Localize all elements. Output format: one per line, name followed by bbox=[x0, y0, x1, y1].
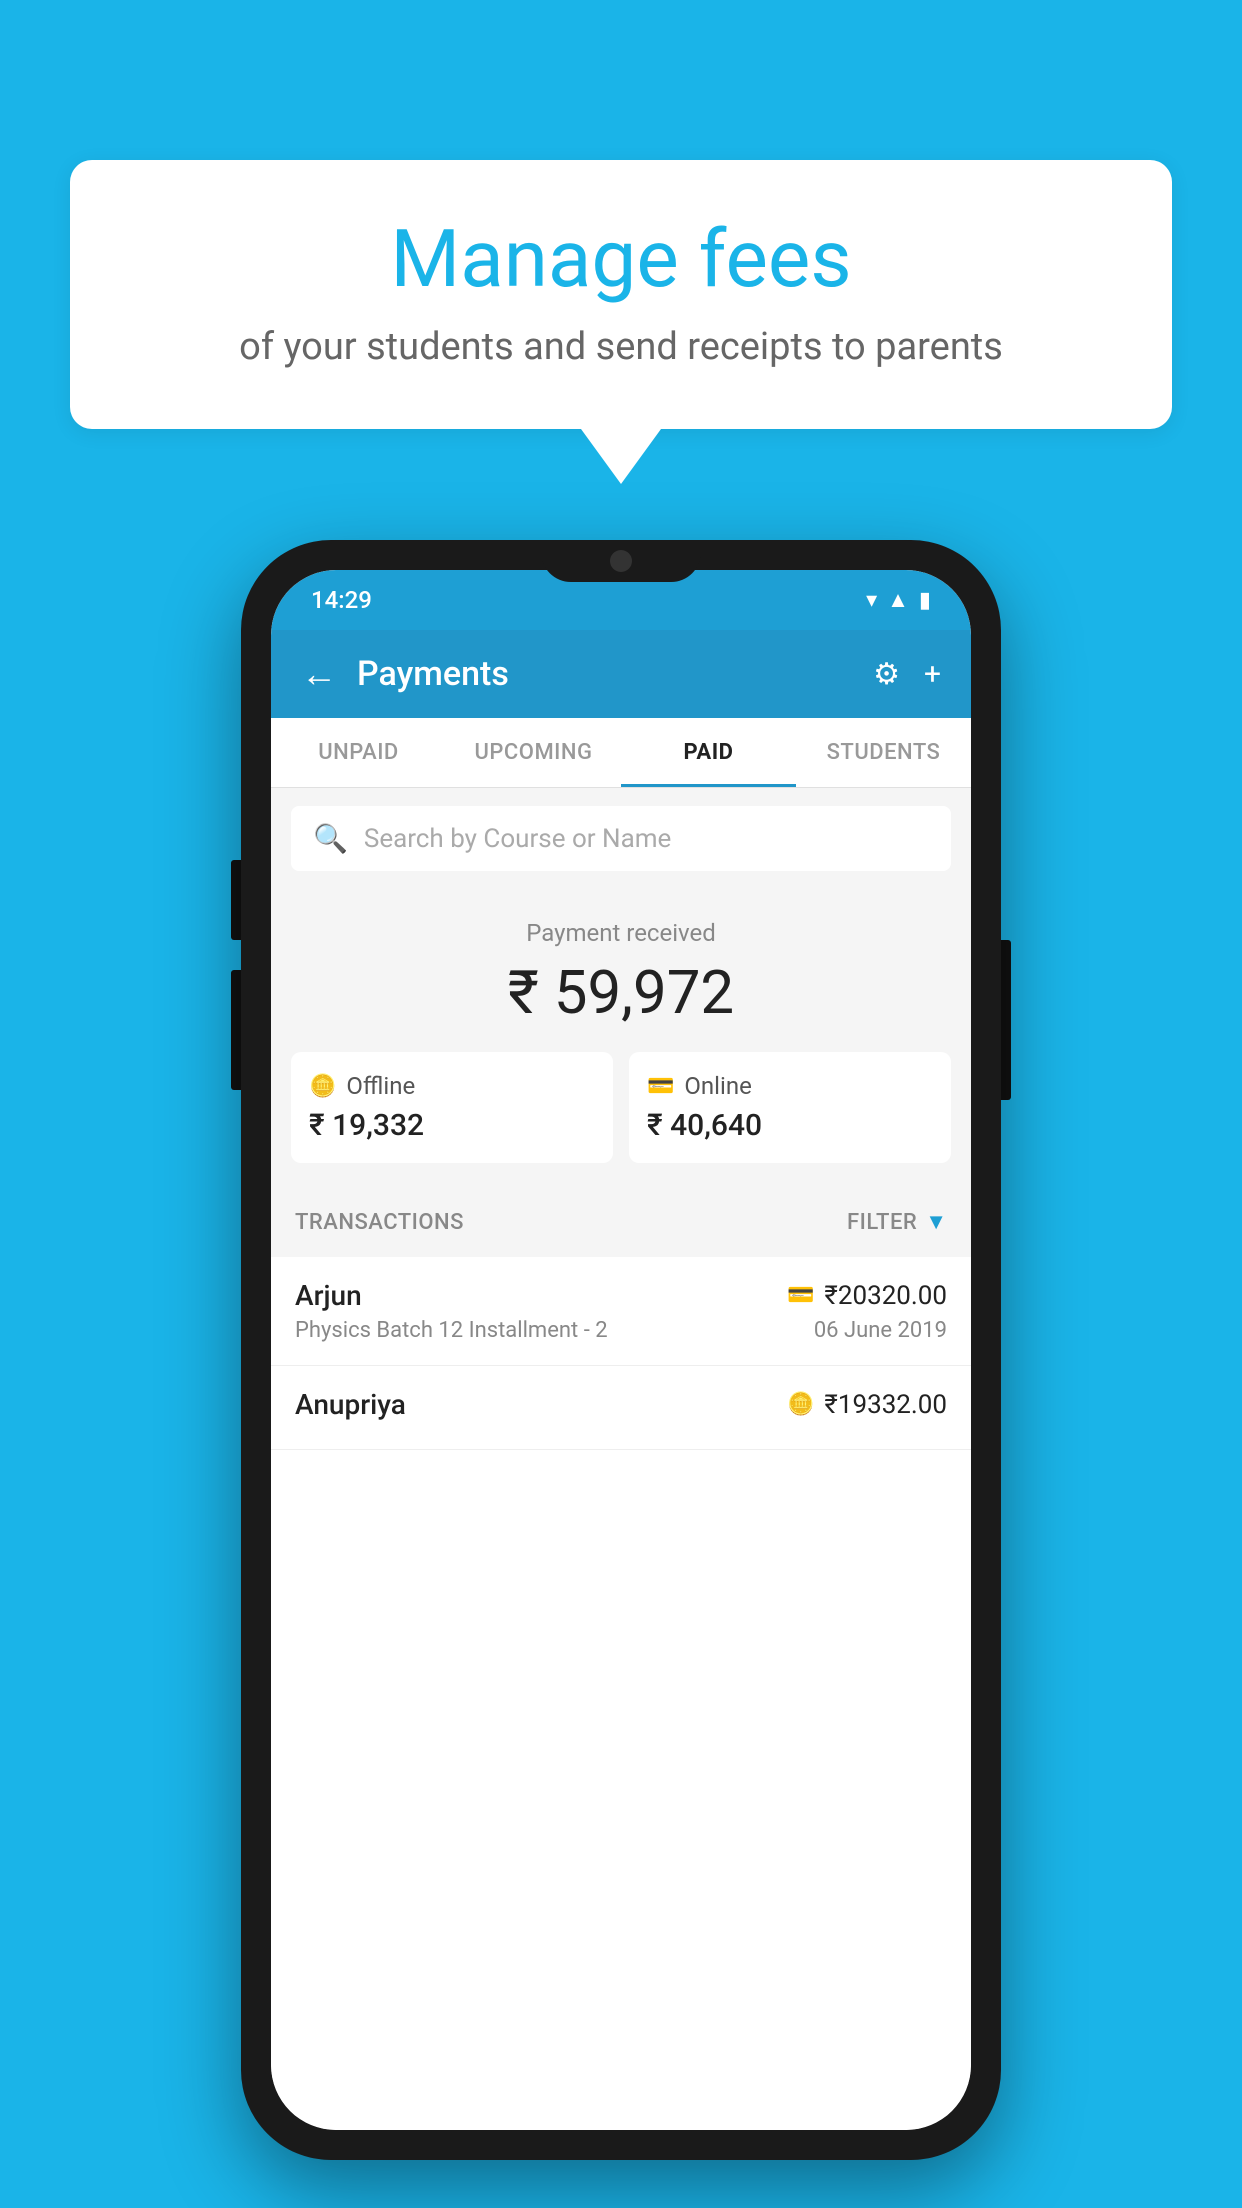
battery-icon: ▮ bbox=[919, 588, 931, 613]
online-label: Online bbox=[684, 1072, 751, 1100]
app-bar-title: Payments bbox=[357, 654, 873, 694]
offline-payment-card: 🪙 Offline ₹ 19,332 bbox=[291, 1052, 613, 1163]
card-payment-icon: 💳 bbox=[787, 1283, 814, 1308]
transaction-amount-row: 💳 ₹20320.00 bbox=[787, 1281, 947, 1311]
transactions-label: TRANSACTIONS bbox=[295, 1210, 464, 1235]
transaction-amount: ₹20320.00 bbox=[824, 1281, 947, 1311]
speech-bubble-arrow bbox=[581, 429, 661, 484]
transaction-amount-row: 🪙 ₹19332.00 bbox=[787, 1390, 947, 1420]
search-input[interactable]: Search by Course or Name bbox=[364, 824, 671, 854]
transaction-item[interactable]: Anupriya 🪙 ₹19332.00 bbox=[271, 1366, 971, 1450]
filter-button[interactable]: FILTER ▼ bbox=[847, 1209, 947, 1235]
speech-bubble-title: Manage fees bbox=[130, 215, 1112, 303]
payment-summary: Payment received ₹ 59,972 🪙 Offline ₹ 19… bbox=[271, 889, 971, 1187]
filter-label: FILTER bbox=[847, 1210, 917, 1235]
signal-icon: ▲ bbox=[887, 587, 909, 613]
tab-upcoming[interactable]: UPCOMING bbox=[446, 718, 621, 787]
status-icons: ▾ ▲ ▮ bbox=[866, 587, 931, 613]
transaction-course: Physics Batch 12 Installment - 2 bbox=[295, 1318, 608, 1343]
wifi-icon: ▾ bbox=[866, 588, 877, 613]
offline-amount: ₹ 19,332 bbox=[309, 1108, 595, 1143]
transaction-date: 06 June 2019 bbox=[814, 1318, 947, 1343]
payment-total-amount: ₹ 59,972 bbox=[291, 957, 951, 1028]
speech-bubble-container: Manage fees of your students and send re… bbox=[70, 160, 1172, 484]
speech-bubble-subtitle: of your students and send receipts to pa… bbox=[130, 321, 1112, 374]
phone-notch bbox=[541, 540, 701, 582]
offline-payment-icon: 🪙 bbox=[787, 1392, 814, 1417]
payment-cards: 🪙 Offline ₹ 19,332 💳 Online ₹ 4 bbox=[291, 1052, 951, 1163]
transaction-list: Arjun 💳 ₹20320.00 Physics Batch 12 Insta… bbox=[271, 1257, 971, 2130]
app-bar-actions: ⚙ + bbox=[873, 657, 941, 692]
payment-received-label: Payment received bbox=[291, 919, 951, 947]
transaction-amount: ₹19332.00 bbox=[824, 1390, 947, 1420]
transaction-name: Arjun bbox=[295, 1279, 362, 1312]
search-container: 🔍 Search by Course or Name bbox=[271, 788, 971, 889]
tab-unpaid[interactable]: UNPAID bbox=[271, 718, 446, 787]
phone-frame: 14:29 ▾ ▲ ▮ ← Payments ⚙ + bbox=[241, 540, 1001, 2160]
tabs-bar: UNPAID UPCOMING PAID STUDENTS bbox=[271, 718, 971, 788]
app-bar: ← Payments ⚙ + bbox=[271, 630, 971, 718]
transactions-header: TRANSACTIONS FILTER ▼ bbox=[271, 1187, 971, 1257]
volume-up-button[interactable] bbox=[231, 860, 241, 940]
add-icon[interactable]: + bbox=[924, 657, 941, 692]
tab-students[interactable]: STUDENTS bbox=[796, 718, 971, 787]
power-button[interactable] bbox=[1001, 940, 1011, 1100]
filter-icon: ▼ bbox=[925, 1209, 947, 1235]
transaction-name: Anupriya bbox=[295, 1388, 406, 1421]
phone-device: 14:29 ▾ ▲ ▮ ← Payments ⚙ + bbox=[241, 540, 1001, 2160]
offline-icon: 🪙 bbox=[309, 1074, 336, 1099]
transaction-item[interactable]: Arjun 💳 ₹20320.00 Physics Batch 12 Insta… bbox=[271, 1257, 971, 1366]
gear-icon[interactable]: ⚙ bbox=[873, 657, 900, 692]
online-icon: 💳 bbox=[647, 1074, 674, 1099]
search-box[interactable]: 🔍 Search by Course or Name bbox=[291, 806, 951, 871]
back-button[interactable]: ← bbox=[301, 653, 337, 695]
online-amount: ₹ 40,640 bbox=[647, 1108, 933, 1143]
speech-bubble: Manage fees of your students and send re… bbox=[70, 160, 1172, 429]
search-icon: 🔍 bbox=[313, 822, 348, 855]
volume-down-button[interactable] bbox=[231, 970, 241, 1090]
online-payment-card: 💳 Online ₹ 40,640 bbox=[629, 1052, 951, 1163]
phone-screen: 14:29 ▾ ▲ ▮ ← Payments ⚙ + bbox=[271, 570, 971, 2130]
status-time: 14:29 bbox=[311, 586, 372, 614]
tab-paid[interactable]: PAID bbox=[621, 718, 796, 787]
offline-label: Offline bbox=[346, 1072, 415, 1100]
